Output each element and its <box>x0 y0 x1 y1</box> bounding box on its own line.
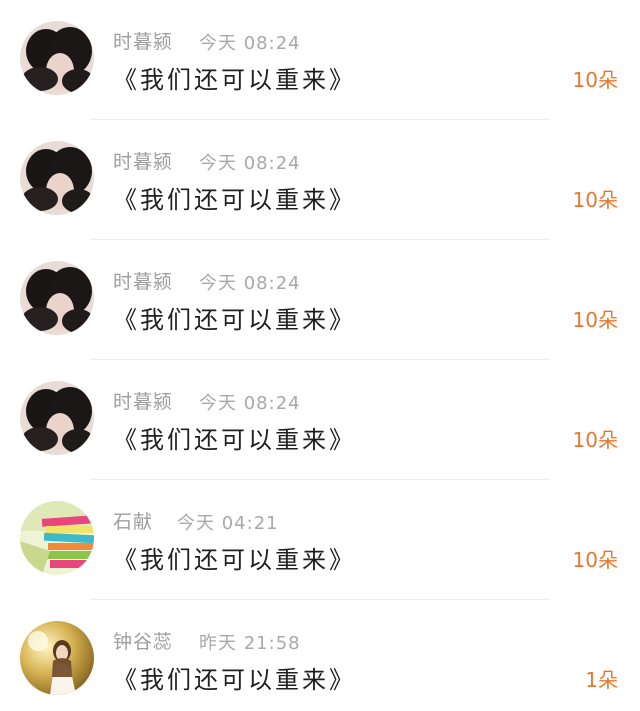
books-avatar-icon[interactable] <box>20 501 94 575</box>
user-name[interactable]: 时暮颍 <box>113 147 173 174</box>
gift-title: 《我们还可以重来》 <box>113 666 356 694</box>
user-name[interactable]: 钟谷蕊 <box>113 627 173 654</box>
gift-title: 《我们还可以重来》 <box>113 186 356 214</box>
user-name[interactable]: 时暮颍 <box>113 267 173 294</box>
list-item[interactable]: 钟谷蕊 昨天 21:58 《我们还可以重来》 1朵 <box>0 600 640 711</box>
user-name[interactable]: 时暮颍 <box>113 387 173 414</box>
timestamp: 今天 08:24 <box>199 393 301 414</box>
flower-count: 10朵 <box>572 428 618 452</box>
list-item[interactable]: 时暮颍 今天 08:24 《我们还可以重来》 10朵 <box>0 0 640 120</box>
gift-title: 《我们还可以重来》 <box>113 426 356 454</box>
list-item[interactable]: 时暮颍 今天 08:24 《我们还可以重来》 10朵 <box>0 360 640 480</box>
girl-avatar-icon[interactable] <box>20 621 94 695</box>
flower-count: 10朵 <box>572 308 618 332</box>
user-name[interactable]: 石献 <box>113 507 153 534</box>
timestamp: 今天 08:24 <box>199 273 301 294</box>
timestamp: 今天 08:24 <box>199 153 301 174</box>
gift-record-list: 时暮颍 今天 08:24 《我们还可以重来》 10朵 时暮颍 今天 08:24 … <box>0 0 640 711</box>
list-item[interactable]: 时暮颍 今天 08:24 《我们还可以重来》 10朵 <box>0 240 640 360</box>
couple-avatar-icon[interactable] <box>20 141 94 215</box>
couple-avatar-icon[interactable] <box>20 381 94 455</box>
timestamp: 今天 04:21 <box>177 513 279 534</box>
list-item[interactable]: 时暮颍 今天 08:24 《我们还可以重来》 10朵 <box>0 120 640 240</box>
gift-title: 《我们还可以重来》 <box>113 306 356 334</box>
list-item[interactable]: 石献 今天 04:21 《我们还可以重来》 10朵 <box>0 480 640 600</box>
flower-count: 1朵 <box>585 668 618 692</box>
flower-count: 10朵 <box>572 68 618 92</box>
couple-avatar-icon[interactable] <box>20 21 94 95</box>
couple-avatar-icon[interactable] <box>20 261 94 335</box>
flower-count: 10朵 <box>572 188 618 212</box>
flower-count: 10朵 <box>572 548 618 572</box>
gift-title: 《我们还可以重来》 <box>113 546 356 574</box>
timestamp: 昨天 21:58 <box>199 633 301 654</box>
user-name[interactable]: 时暮颍 <box>113 27 173 54</box>
gift-title: 《我们还可以重来》 <box>113 66 356 94</box>
timestamp: 今天 08:24 <box>199 33 301 54</box>
